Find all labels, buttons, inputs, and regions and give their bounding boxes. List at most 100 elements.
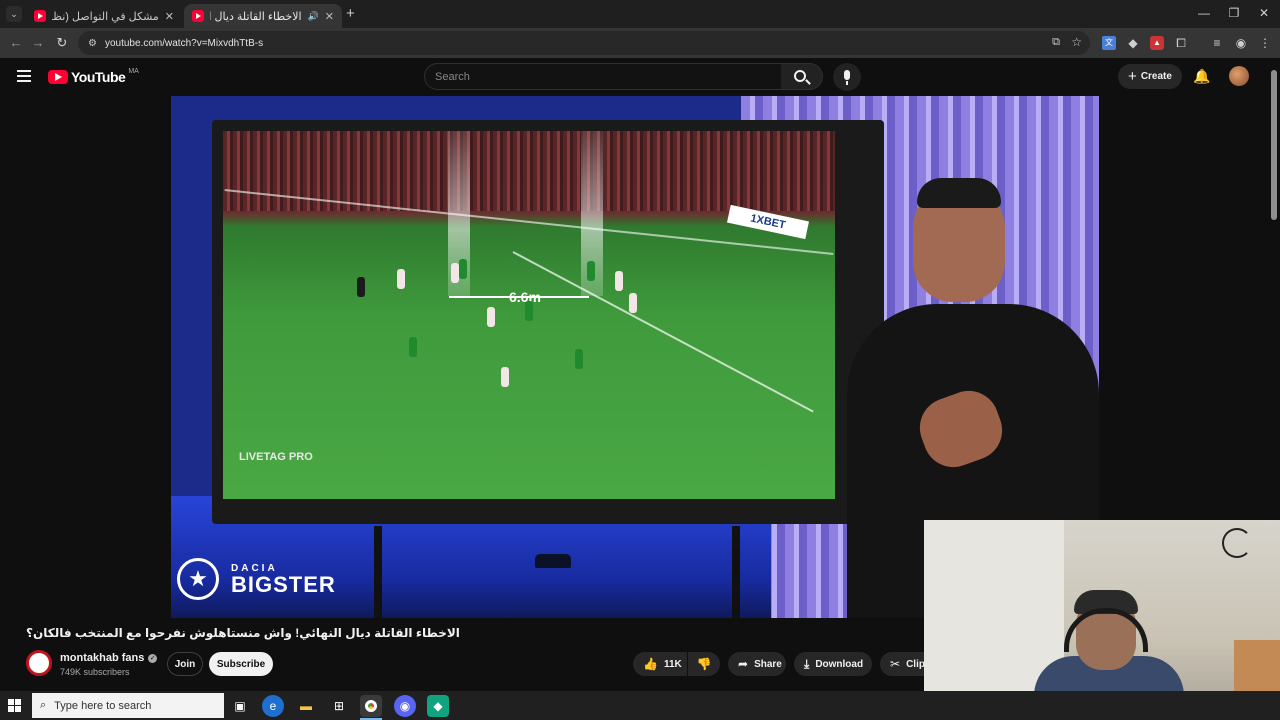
- tab-search-button[interactable]: ⌄: [6, 6, 22, 22]
- screen-stand: [374, 526, 382, 618]
- microsoft-store-icon[interactable]: ⊞: [328, 695, 350, 717]
- taskbar-search-input[interactable]: ⌕ Type here to search: [32, 693, 224, 718]
- youtube-logo[interactable]: YouTube MA: [48, 67, 139, 85]
- webcam-overlay: [924, 520, 1280, 720]
- extensions-puzzle-icon[interactable]: ⧠: [1174, 36, 1188, 50]
- notifications-bell-icon[interactable]: 🔔: [1193, 68, 1210, 85]
- pitch-line: [512, 251, 814, 413]
- reload-icon[interactable]: ↻: [54, 35, 70, 51]
- voice-search-button[interactable]: [833, 63, 861, 91]
- youtube-play-icon: [48, 70, 68, 84]
- share-button[interactable]: ➦ Share: [728, 652, 786, 676]
- player-green: [587, 261, 595, 281]
- restore-window-button[interactable]: ❐: [1224, 6, 1244, 20]
- sponsor-overlay: ★ DACIA BIGSTER: [177, 558, 336, 600]
- chrome-menu-icon[interactable]: ⋮: [1258, 36, 1272, 50]
- search-button[interactable]: [781, 63, 823, 90]
- subscriber-count: 749K subscribers: [60, 667, 130, 677]
- download-button[interactable]: ⤓ Download: [794, 652, 872, 676]
- download-icon: ⤓: [804, 656, 810, 671]
- share-label: Share: [754, 658, 782, 670]
- download-label: Download: [815, 658, 864, 670]
- minimize-window-button[interactable]: —: [1194, 6, 1214, 20]
- player-green: [409, 337, 417, 357]
- thumbs-down-icon: 👎: [696, 657, 712, 671]
- search-input[interactable]: Search: [424, 63, 782, 90]
- media-controls-icon[interactable]: ≡: [1210, 36, 1224, 50]
- youtube-favicon-icon: [192, 10, 204, 22]
- player-white: [397, 269, 405, 289]
- channel-name[interactable]: montakhab fans: [60, 652, 144, 664]
- file-explorer-icon[interactable]: ▬: [295, 695, 317, 717]
- youtube-favicon-icon: [34, 10, 46, 22]
- url-text: youtube.com/watch?v=MixvdhTtB-s: [104, 37, 264, 49]
- scissors-icon: ✂: [890, 657, 901, 671]
- forward-arrow-icon[interactable]: →: [30, 35, 46, 50]
- region-code: MA: [128, 67, 139, 75]
- player-white: [615, 271, 623, 291]
- referee: [357, 277, 365, 297]
- share-arrow-icon: ➦: [738, 657, 749, 671]
- microphone-icon: [844, 70, 850, 80]
- browser-tab-title: مشكل في التواصل (نظرية البراك...: [52, 10, 159, 23]
- player-green: [525, 301, 533, 321]
- like-count: 11K: [663, 658, 682, 670]
- dislike-button[interactable]: 👎: [688, 652, 720, 676]
- football-pitch-broadcast: 1XBET 6.6m LIVETAG PRO: [223, 131, 835, 499]
- sponsor-model: BIGSTER: [231, 571, 336, 597]
- site-info-icon[interactable]: ⚙: [88, 38, 97, 49]
- translate-extension-icon[interactable]: 文: [1102, 36, 1116, 50]
- windows-taskbar: ⌕ Type here to search ▣ e ▬ ⊞ ◉ ◆: [0, 691, 1280, 720]
- presenter-hair: [917, 178, 1001, 208]
- like-button[interactable]: 👍 11K: [633, 652, 687, 676]
- browser-tab-title: الاخطاء القاتلة ديال النهائي! و...: [210, 10, 302, 23]
- create-label: Create: [1140, 71, 1172, 82]
- join-button[interactable]: Join: [167, 652, 203, 676]
- profile-icon[interactable]: ◉: [1234, 36, 1248, 50]
- browser-tab-strip: ⌄ مشكل في التواصل (نظرية البراك... ✕ الا…: [0, 0, 1280, 28]
- browser-toolbar: ← → ↻ ⚙ youtube.com/watch?v=MixvdhTtB-s …: [0, 28, 1280, 58]
- task-view-icon[interactable]: ▣: [229, 695, 251, 717]
- channel-avatar[interactable]: [26, 650, 52, 676]
- extension-diamond-icon[interactable]: ◆: [1126, 36, 1140, 50]
- browser-tab-2[interactable]: الاخطاء القاتلة ديال النهائي! و... 🔊 ✕: [184, 4, 342, 28]
- chrome-browser-icon[interactable]: [360, 695, 382, 717]
- federation-star-icon: ★: [177, 558, 219, 600]
- windows-start-icon[interactable]: [8, 699, 22, 713]
- new-tab-button[interactable]: +: [346, 5, 355, 22]
- discord-icon[interactable]: ◉: [394, 695, 416, 717]
- address-bar[interactable]: ⚙ youtube.com/watch?v=MixvdhTtB-s ⧉ ☆: [78, 31, 1090, 55]
- hamburger-menu-icon[interactable]: [17, 70, 31, 82]
- install-app-icon[interactable]: ⧉: [1052, 36, 1060, 49]
- create-button[interactable]: + Create: [1118, 64, 1182, 89]
- edge-browser-icon[interactable]: e: [262, 695, 284, 717]
- verified-check-icon: ✓: [148, 653, 158, 663]
- youtube-header: YouTube MA Search + Create 🔔: [0, 58, 1280, 96]
- close-window-button[interactable]: ✕: [1254, 6, 1274, 20]
- channel-name-row[interactable]: montakhab fans ✓: [60, 652, 158, 664]
- clip-label: Clip: [906, 658, 925, 670]
- close-tab-icon[interactable]: ✕: [325, 10, 334, 23]
- account-avatar[interactable]: [1229, 66, 1249, 86]
- webcam-lamp: [1222, 528, 1252, 558]
- close-tab-icon[interactable]: ✕: [165, 10, 174, 23]
- player-green: [575, 349, 583, 369]
- player-white: [629, 293, 637, 313]
- broadcast-tag: LIVETAG PRO: [239, 451, 313, 463]
- page-scrollbar[interactable]: [1271, 70, 1277, 220]
- player-white: [501, 367, 509, 387]
- speaker-icon[interactable]: 🔊: [308, 11, 319, 22]
- browser-tab-1[interactable]: مشكل في التواصل (نظرية البراك... ✕: [26, 4, 182, 28]
- car-model: [535, 554, 571, 568]
- taskbar-search-placeholder: Type here to search: [54, 699, 152, 712]
- screen-stand: [732, 526, 740, 618]
- back-arrow-icon[interactable]: ←: [8, 35, 24, 50]
- extension-red-icon[interactable]: ▲: [1150, 36, 1164, 50]
- bookmark-star-icon[interactable]: ☆: [1071, 35, 1082, 49]
- player-white: [487, 307, 495, 327]
- app-icon[interactable]: ◆: [427, 695, 449, 717]
- thumbs-up-icon: 👍: [643, 657, 658, 671]
- plus-icon: +: [1128, 68, 1137, 85]
- search-icon: ⌕: [40, 699, 47, 711]
- subscribe-button[interactable]: Subscribe: [209, 652, 273, 676]
